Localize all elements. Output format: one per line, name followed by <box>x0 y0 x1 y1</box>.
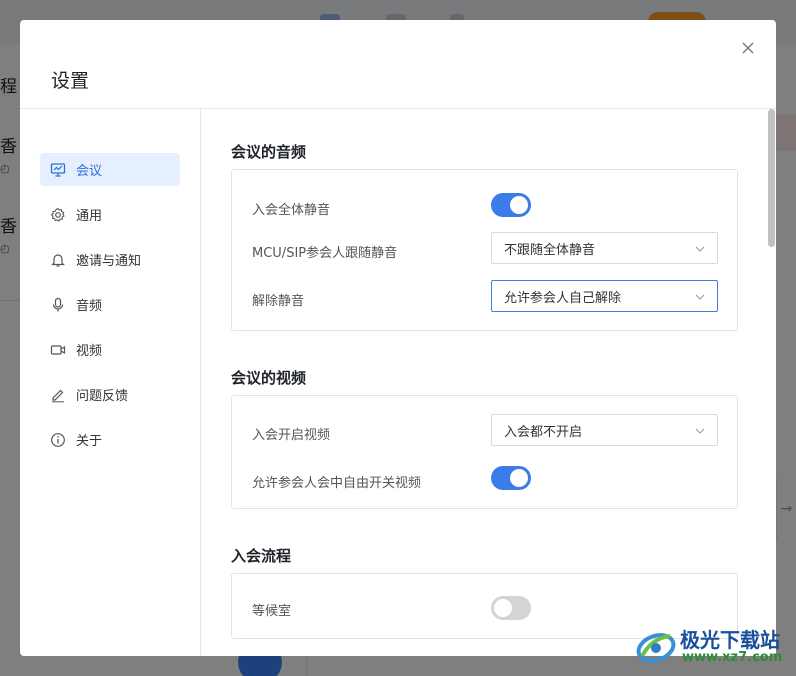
video-on-join-select[interactable]: 入会都不开启 <box>491 414 718 446</box>
select-value: 不跟随全体静音 <box>504 242 596 258</box>
sidebar-item-label: 会议 <box>76 164 103 179</box>
settings-dialog: 设置 会议 通用 邀请与通知 音频 视频 问题反馈 关于 会议的音频 入会全体静… <box>20 20 776 656</box>
info-icon <box>50 432 66 448</box>
sidebar-item-video[interactable]: 视频 <box>40 333 180 366</box>
close-button[interactable] <box>738 38 758 58</box>
video-on-join-label: 入会开启视频 <box>252 428 331 443</box>
sidebar-item-about[interactable]: 关于 <box>40 423 180 456</box>
watermark-logo <box>636 633 676 663</box>
select-value: 入会都不开启 <box>504 424 583 440</box>
presentation-icon <box>50 162 66 178</box>
allow-toggle-video-label: 允许参会人会中自由开关视频 <box>252 476 422 491</box>
mcu-sip-follow-label: MCU/SIP参会人跟随静音 <box>252 246 398 261</box>
video-settings-card: 入会开启视频 入会都不开启 允许参会人会中自由开关视频 <box>231 395 738 509</box>
mute-all-label: 入会全体静音 <box>252 203 331 218</box>
watermark-name: 极光下载站 <box>680 628 780 652</box>
sidebar-item-label: 关于 <box>76 434 103 449</box>
sidebar-item-invite-notify[interactable]: 邀请与通知 <box>40 243 180 276</box>
toggle-knob <box>510 469 528 487</box>
watermark: 极光下载站 www.xz7.com <box>634 622 794 670</box>
waiting-room-label: 等候室 <box>252 604 292 619</box>
pencil-icon <box>50 387 66 403</box>
sidebar-item-audio[interactable]: 音频 <box>40 288 180 321</box>
chevron-down-icon <box>695 428 705 434</box>
dialog-title: 设置 <box>51 70 90 92</box>
microphone-icon <box>50 297 66 313</box>
waiting-room-toggle[interactable] <box>491 596 531 620</box>
allow-toggle-video-toggle[interactable] <box>491 466 531 490</box>
sidebar-item-general[interactable]: 通用 <box>40 198 180 231</box>
mute-all-on-join-toggle[interactable] <box>491 193 531 217</box>
settings-content: 会议的音频 入会全体静音 MCU/SIP参会人跟随静音 不跟随全体静音 解除静音… <box>201 109 767 656</box>
scrollbar-thumb[interactable] <box>768 109 775 247</box>
settings-sidebar: 会议 通用 邀请与通知 音频 视频 问题反馈 关于 <box>20 109 201 656</box>
section-title-audio: 会议的音频 <box>231 143 307 161</box>
sidebar-item-label: 音频 <box>76 299 103 314</box>
unmute-permission-select[interactable]: 允许参会人自己解除 <box>491 280 718 312</box>
video-camera-icon <box>50 342 66 358</box>
unmute-label: 解除静音 <box>252 294 305 309</box>
toggle-knob <box>510 196 528 214</box>
sidebar-item-label: 通用 <box>76 209 103 224</box>
watermark-url: www.xz7.com <box>682 650 783 665</box>
sidebar-item-label: 邀请与通知 <box>76 254 142 269</box>
select-value: 允许参会人自己解除 <box>504 290 622 306</box>
sidebar-item-feedback[interactable]: 问题反馈 <box>40 378 180 411</box>
bell-icon <box>50 252 66 268</box>
sidebar-item-label: 问题反馈 <box>76 389 129 404</box>
gear-icon <box>50 207 66 223</box>
chevron-down-icon <box>695 246 705 252</box>
toggle-knob <box>494 599 512 617</box>
mcu-sip-follow-select[interactable]: 不跟随全体静音 <box>491 232 718 264</box>
audio-settings-card: 入会全体静音 MCU/SIP参会人跟随静音 不跟随全体静音 解除静音 允许参会人… <box>231 169 738 331</box>
section-title-video: 会议的视频 <box>231 369 307 387</box>
section-title-join-flow: 入会流程 <box>231 547 292 565</box>
close-icon <box>742 42 754 54</box>
sidebar-item-label: 视频 <box>76 344 103 359</box>
chevron-down-icon <box>695 294 705 300</box>
sidebar-item-meeting[interactable]: 会议 <box>40 153 180 186</box>
